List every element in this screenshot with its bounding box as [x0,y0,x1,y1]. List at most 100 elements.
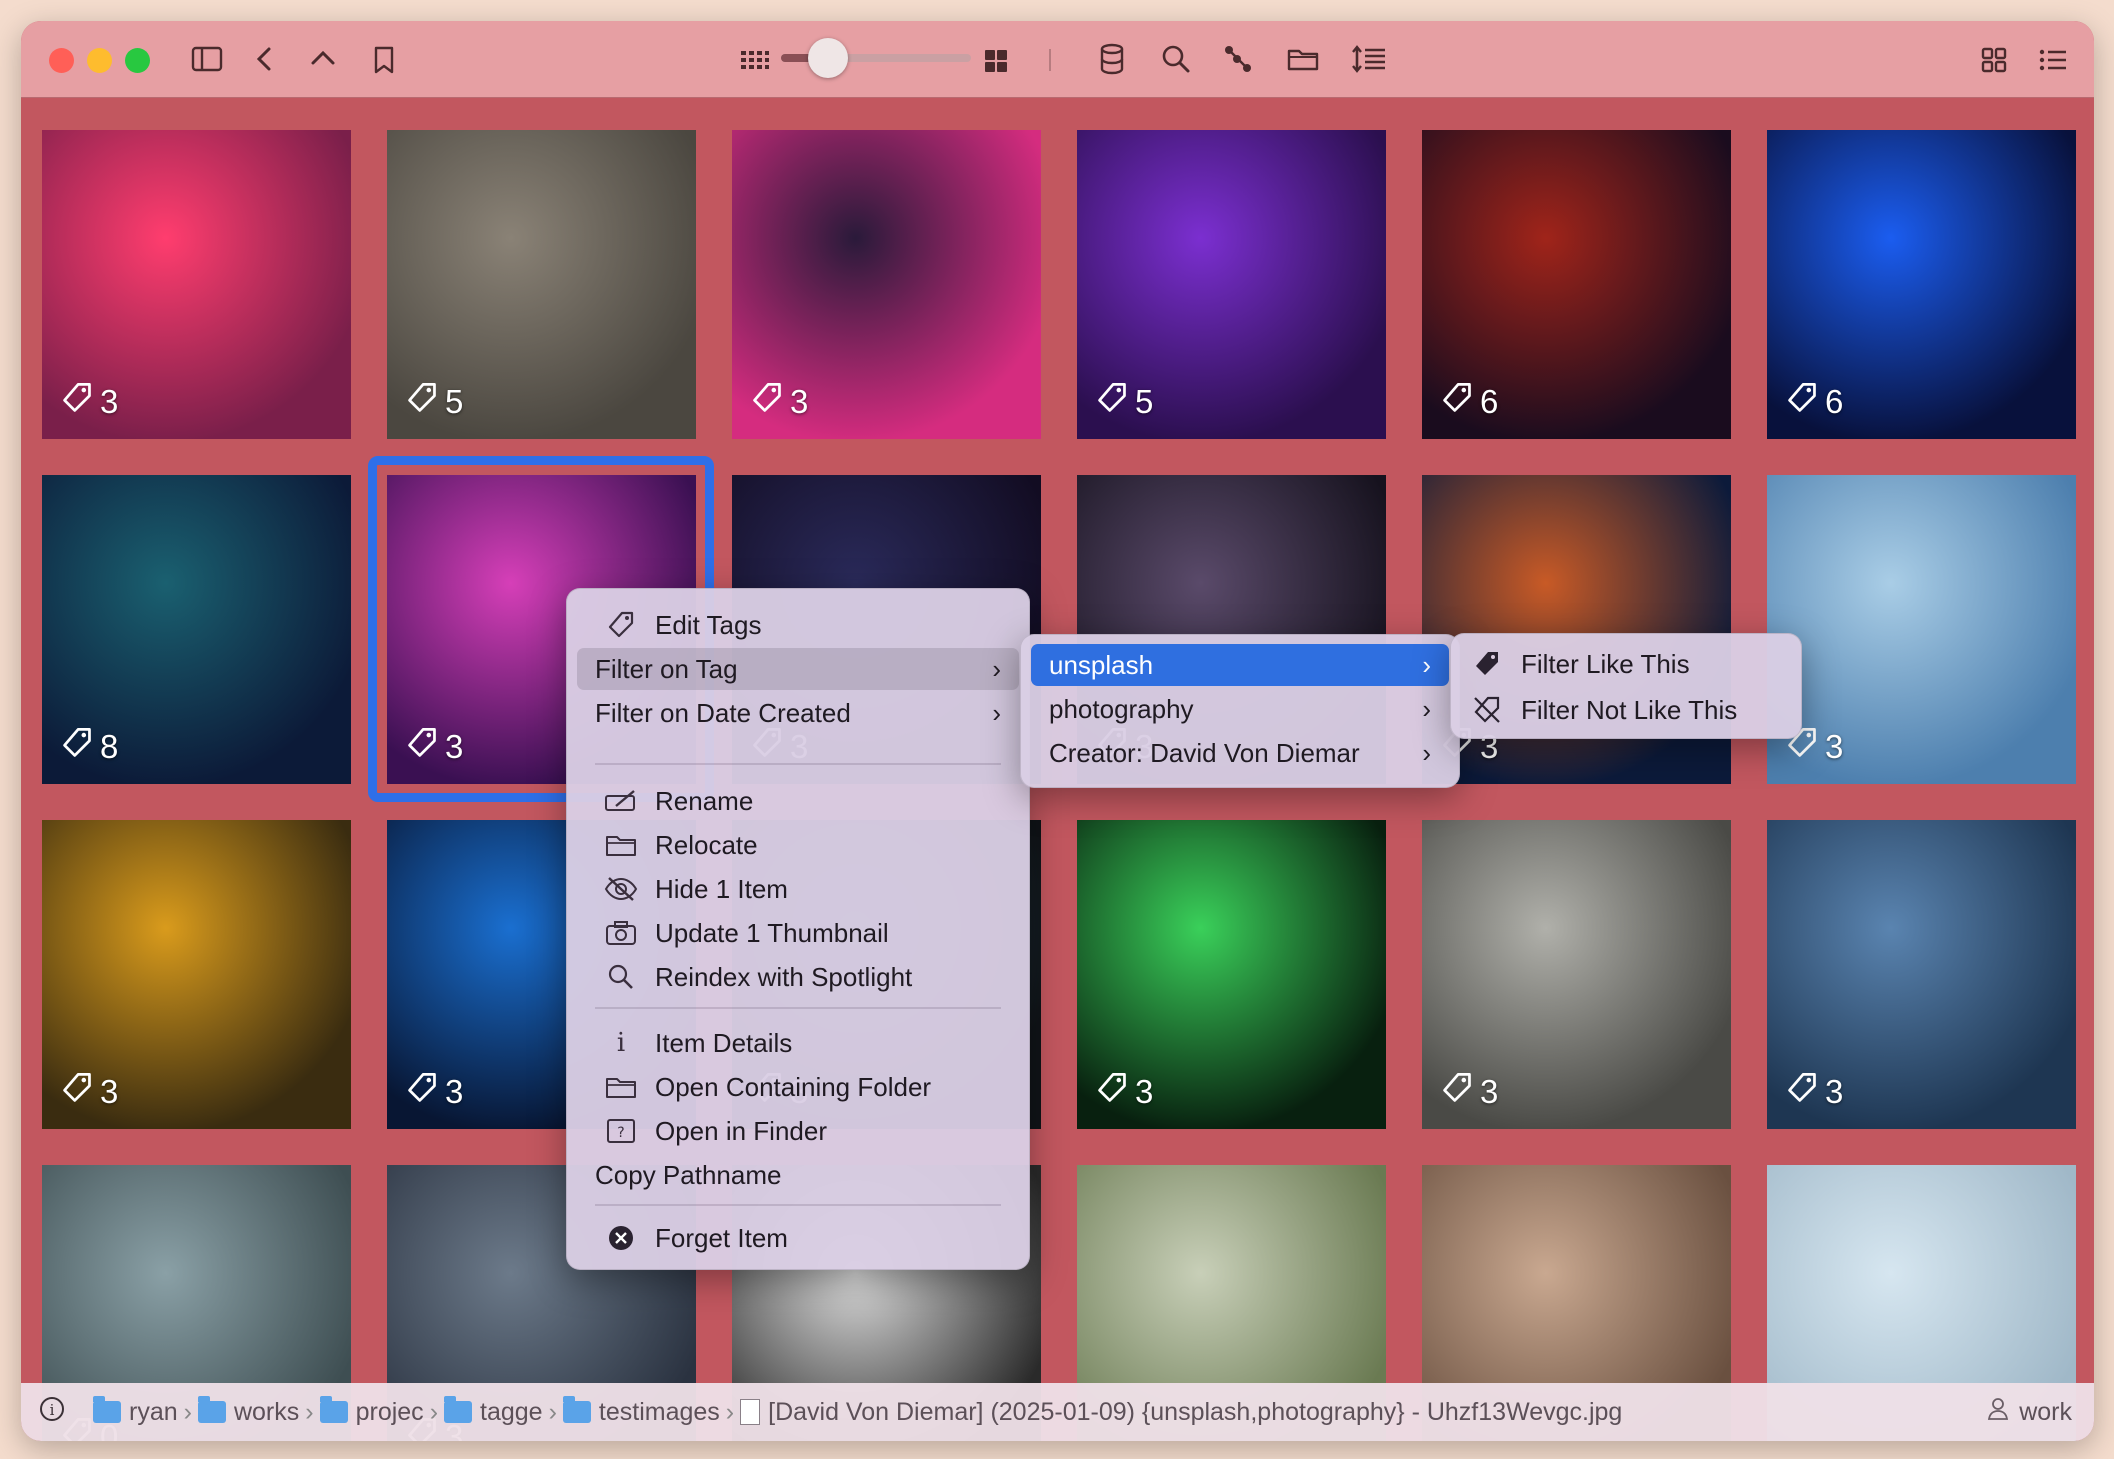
zoom-slider[interactable] [781,38,971,78]
tag-count-badge: 5 [1095,381,1153,423]
menu-item-open-in-finder[interactable]: ? Open in Finder [577,1110,1019,1152]
menu-item-item-details[interactable]: i Item Details [577,1022,1019,1064]
database-icon[interactable] [1099,43,1125,75]
search-icon[interactable] [1161,44,1191,74]
menu-item-hide[interactable]: Hide 1 Item [577,868,1019,910]
breadcrumb-separator: › [183,1397,192,1426]
tag-count: 3 [100,1073,119,1110]
submenu-item-photography[interactable]: photography › [1031,688,1449,730]
tag-count: 5 [1135,383,1154,420]
menu-item-edit-tags[interactable]: Edit Tags [577,604,1019,646]
thumbnail-tile[interactable]: 3 [1077,820,1386,1129]
tag-icon [1095,381,1129,423]
thumbnail-tile[interactable]: 5 [1077,130,1386,439]
tag-icon [1440,1071,1474,1113]
chevron-right-icon: › [1422,649,1431,680]
menu-item-relocate[interactable]: Relocate [577,824,1019,866]
thumbnail-tile[interactable]: 3 [1422,820,1731,1129]
breadcrumb-tagge[interactable]: tagge [444,1396,543,1427]
folder-icon[interactable] [1287,46,1319,72]
tag-count: 3 [1135,1073,1154,1110]
menu-item-filter-on-date-created[interactable]: Filter on Date Created › [577,692,1019,734]
thumbnail-tile[interactable]: 3 [1767,820,2076,1129]
close-window-button[interactable] [49,48,74,73]
chevron-right-icon: › [1422,737,1431,768]
large-grid-icon[interactable] [984,49,1008,73]
tag-icon [1785,381,1819,423]
thumbnail-tile[interactable]: 5 [387,130,696,439]
svg-text:i: i [50,1401,55,1419]
finder-icon: ? [601,1118,641,1144]
tag-count-badge: 3 [60,1071,118,1113]
toolbar-divider [1049,49,1051,71]
bookmark-icon[interactable] [373,45,395,75]
tag-count: 3 [790,383,809,420]
up-icon[interactable] [309,47,337,69]
menu-separator [595,1007,1001,1009]
submenu-item-creator[interactable]: Creator: David Von Diemar › [1031,732,1449,774]
menu-item-update-thumbnail[interactable]: Update 1 Thumbnail [577,912,1019,954]
tag-count-badge: 5 [405,381,463,423]
folder-icon [562,1396,591,1423]
folder-icon [601,832,641,858]
menu-item-rename[interactable]: Rename [577,780,1019,822]
tag-icon [60,1071,94,1113]
tag-count: 3 [100,383,119,420]
menu-item-filter-not-like-this[interactable]: Filter Not Like This [1461,689,1791,731]
tag-icon [1785,1071,1819,1113]
thumbnail-tile[interactable]: 6 [1767,130,2076,439]
menu-item-copy-pathname[interactable]: Copy Pathname [577,1154,1019,1196]
tag-count-badge: 3 [1095,1071,1153,1113]
tag-count-badge: 3 [405,1071,463,1113]
breadcrumb-works[interactable]: works [197,1396,299,1427]
eye-slash-icon [601,876,641,902]
thumbnail-tile[interactable]: 8 [42,475,351,784]
filter-submenu: Filter Like This Filter Not Like This [1450,633,1802,739]
tag-count: 6 [1825,383,1844,420]
file-icon [740,1399,761,1425]
thumbnail-tile[interactable]: 3 [42,130,351,439]
menu-item-open-containing-folder[interactable]: Open Containing Folder [577,1066,1019,1108]
tag-count-badge: 3 [1440,1071,1498,1113]
slider-knob[interactable] [808,38,848,78]
tag-count-badge: 6 [1785,381,1843,423]
breadcrumb-separator: › [725,1397,735,1426]
small-grid-icon[interactable] [740,49,770,71]
thumbnail-tile[interactable]: 6 [1422,130,1731,439]
sort-icon[interactable] [1351,44,1387,74]
tag-count: 3 [1825,728,1844,765]
thumbnail-tile[interactable]: 3 [42,820,351,1129]
submenu-item-unsplash[interactable]: unsplash › [1031,644,1449,686]
menu-item-reindex-spotlight[interactable]: Reindex with Spotlight [577,956,1019,998]
menu-item-filter-like-this[interactable]: Filter Like This [1461,643,1791,685]
tag-filled-icon [1467,649,1507,679]
breadcrumb-projec[interactable]: projec [319,1396,424,1427]
tag-icon [405,1071,439,1113]
svg-text:?: ? [617,1125,624,1141]
tag-count-badge: 8 [60,726,118,768]
zoom-window-button[interactable] [125,48,150,73]
tag-count-badge: 6 [1440,381,1498,423]
thumbnail-tile[interactable]: 3 [1767,475,2076,784]
graph-icon[interactable] [1223,44,1253,74]
back-icon[interactable] [253,45,275,73]
info-icon: i [616,1028,626,1058]
folder-icon [197,1396,226,1423]
info-icon[interactable]: i [39,1396,65,1429]
folder-icon [444,1396,473,1423]
tag-count-badge: 3 [60,381,118,423]
breadcrumb-ryan[interactable]: ryan [93,1396,178,1427]
thumbnail-tile[interactable]: 3 [732,130,1041,439]
menu-item-forget-item[interactable]: Forget Item [577,1217,1019,1259]
breadcrumb-testimages[interactable]: testimages [562,1396,720,1427]
breadcrumb-file[interactable]: [David Von Diemar] (2025-01-09) {unsplas… [740,1398,1622,1427]
grid-view-icon[interactable] [1981,47,2007,73]
minimize-window-button[interactable] [87,48,112,73]
list-view-icon[interactable] [2039,48,2067,72]
folder-icon [93,1396,121,1423]
tag-icon [1440,381,1474,423]
sidebar-icon[interactable] [191,45,223,73]
breadcrumb-separator: › [305,1397,314,1426]
camera-icon [601,920,641,946]
menu-item-filter-on-tag[interactable]: Filter on Tag › [577,648,1019,690]
